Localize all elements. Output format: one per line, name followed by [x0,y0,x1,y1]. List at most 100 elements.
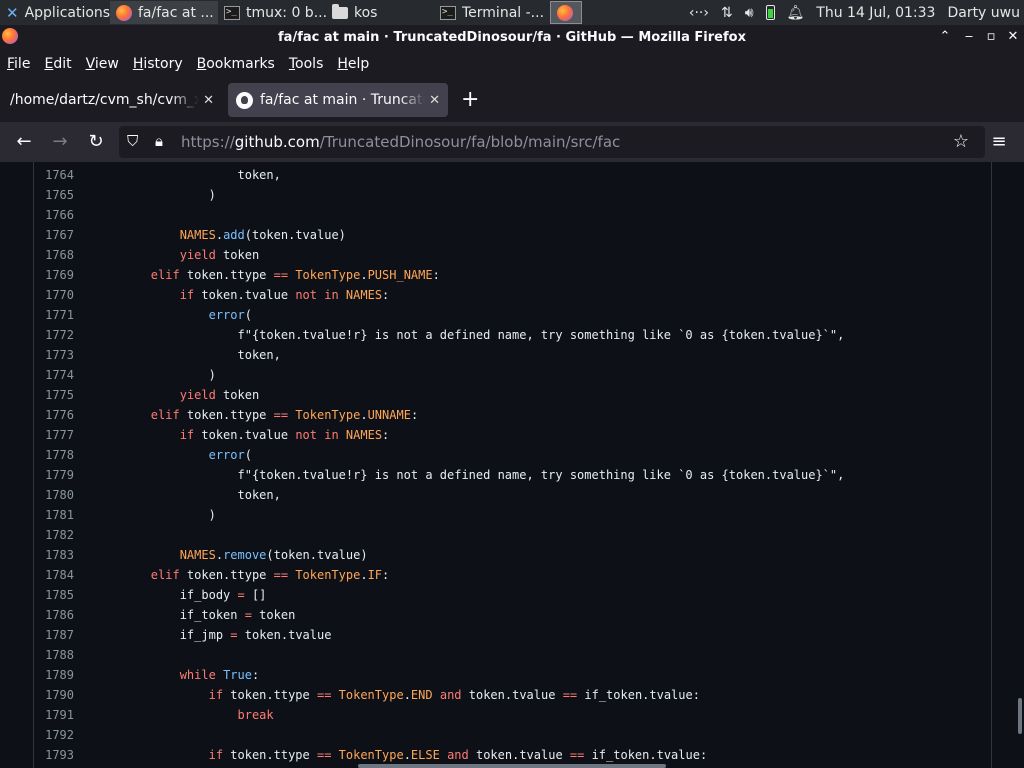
close-tab-icon[interactable]: ✕ [429,93,440,108]
task-tmux[interactable]: >_ tmux: 0 b... [218,1,326,24]
code-line: token, [93,488,281,502]
line-number[interactable]: 1780 [34,488,74,502]
horizontal-scrollbar[interactable] [358,764,666,768]
top-panel: ✕ Applications fa/fac at ... >_ tmux: 0 … [0,0,1024,25]
tab-github[interactable]: fa/fac at main · Truncated ✕ [228,83,448,117]
line-number[interactable]: 1767 [34,228,74,242]
line-number[interactable]: 1784 [34,568,74,582]
line-number[interactable]: 1788 [34,648,74,662]
volume-icon[interactable]: 🔊︎ [745,5,754,21]
code-line: if token.ttype == TokenType.ELSE and tok… [208,748,708,762]
menu-history[interactable]: History [133,56,183,72]
line-number[interactable]: 1786 [34,608,74,622]
line-number[interactable]: 1774 [34,368,74,382]
menu-edit[interactable]: Edit [44,56,71,72]
code-line: elif token.ttype == TokenType.PUSH_NAME: [150,268,440,282]
task-firefox[interactable]: fa/fac at ... [110,1,218,24]
code-line: if token.tvalue not in NAMES: [179,288,390,302]
code-line: yield token [179,248,260,262]
url-bar[interactable]: ⛉ 🔒︎ https://github.com/TruncatedDinosou… [119,126,985,158]
battery-icon[interactable] [765,5,775,20]
new-tab-button[interactable]: + [461,88,479,112]
code-line: elif token.ttype == TokenType.UNNAME: [150,408,419,422]
system-tray: ‹··› ⇅ 🔊︎ 🔔︎ Thu 14 Jul, 01:33 Darty uwu [689,0,1024,25]
tab-local-file[interactable]: /home/dartz/cvm_sh/cvm_xf ✕ [2,83,222,117]
menu-view[interactable]: View [86,56,119,72]
lock-icon[interactable]: 🔒︎ [155,132,163,150]
reload-icon[interactable]: ↻ [84,130,108,154]
line-number[interactable]: 1787 [34,628,74,642]
menu-file[interactable]: File [7,56,30,72]
code-line: ) [93,508,216,522]
line-number[interactable]: 1766 [34,208,74,222]
bookmark-star-icon[interactable]: ☆ [949,130,973,154]
code-line: f"{token.tvalue!r} is not a defined name… [93,468,845,482]
transfer-arrows-icon[interactable]: ⇅ [721,5,733,21]
line-number[interactable]: 1778 [34,448,74,462]
line-number[interactable]: 1772 [34,328,74,342]
window-title: fa/fac at main · TruncatedDinosour/fa · … [278,30,746,45]
firefox-icon [116,4,132,21]
code-line: break [237,708,274,722]
menu-tools[interactable]: Tools [289,56,324,72]
tab-strip: /home/dartz/cvm_sh/cvm_xf ✕ fa/fac at ma… [0,78,1024,122]
folder-icon [332,3,348,19]
menu-help[interactable]: Help [337,56,369,72]
line-number[interactable]: 1779 [34,468,74,482]
line-number[interactable]: 1773 [34,348,74,362]
code-line: f"{token.tvalue!r} is not a defined name… [93,328,845,342]
tab-label: /home/dartz/cvm_sh/cvm_xf [10,92,200,108]
hamburger-menu-icon[interactable]: ≡ [987,130,1011,154]
line-number[interactable]: 1793 [34,748,74,762]
task-label: Terminal -... [462,4,545,21]
code-line: ) [93,188,216,202]
back-arrow-icon[interactable]: ← [12,130,36,154]
applications-menu-button[interactable]: ✕ Applications [0,1,110,24]
line-number[interactable]: 1777 [34,428,74,442]
clock[interactable]: Thu 14 Jul, 01:33 [816,5,935,21]
menubar: File Edit View History Bookmarks Tools H… [0,50,1024,78]
page-content: 1764 token, 1765 ) 1766 1767 NAMES.add(toke… [0,162,1024,768]
shield-icon[interactable]: ⛉ [127,132,138,150]
line-number[interactable]: 1782 [34,528,74,542]
line-number[interactable]: 1792 [34,728,74,742]
task-firefox-launcher[interactable] [550,1,582,24]
user-name[interactable]: Darty uwu [947,5,1020,21]
code-line: if_body = [] [93,588,267,602]
window-minimize-button[interactable]: ‒ [961,29,977,45]
window-close-button[interactable]: ✕ [1005,29,1021,45]
menu-bookmarks[interactable]: Bookmarks [197,56,275,72]
line-number[interactable]: 1783 [34,548,74,562]
line-number[interactable]: 1789 [34,668,74,682]
line-number[interactable]: 1791 [34,708,74,722]
code-line: token, [93,168,281,182]
task-label: tmux: 0 b... [246,4,326,21]
notification-bell-icon[interactable]: 🔔︎ [787,5,805,21]
code-line: NAMES.add(token.tvalue) [179,228,346,242]
line-number[interactable]: 1769 [34,268,74,282]
terminal-icon: >_ [224,5,240,20]
url-text[interactable]: https://github.com/TruncatedDinosour/fa/… [181,133,620,151]
code-line: token, [93,348,281,362]
window-collapse-button[interactable]: ⌃ [937,29,953,45]
line-number[interactable]: 1790 [34,688,74,702]
line-number[interactable]: 1770 [34,288,74,302]
task-kos[interactable]: kos [326,1,434,24]
task-label: kos [354,4,378,21]
window-maximize-button[interactable]: ▫ [983,29,999,45]
task-terminal[interactable]: >_ Terminal -... [434,1,546,24]
line-number[interactable]: 1771 [34,308,74,322]
network-icon[interactable]: ‹··› [689,5,709,21]
navigation-toolbar: ← → ↻ ⛉ 🔒︎ https://github.com/TruncatedD… [0,122,1024,162]
line-number[interactable]: 1765 [34,188,74,202]
line-number[interactable]: 1768 [34,248,74,262]
vertical-scrollbar[interactable] [1018,698,1022,734]
line-number[interactable]: 1781 [34,508,74,522]
line-number[interactable]: 1785 [34,588,74,602]
line-number[interactable]: 1775 [34,388,74,402]
line-number[interactable]: 1764 [34,168,74,182]
code-line: error( [208,448,252,462]
close-tab-icon[interactable]: ✕ [203,93,214,108]
line-number[interactable]: 1776 [34,408,74,422]
forward-arrow-icon[interactable]: → [48,130,72,154]
